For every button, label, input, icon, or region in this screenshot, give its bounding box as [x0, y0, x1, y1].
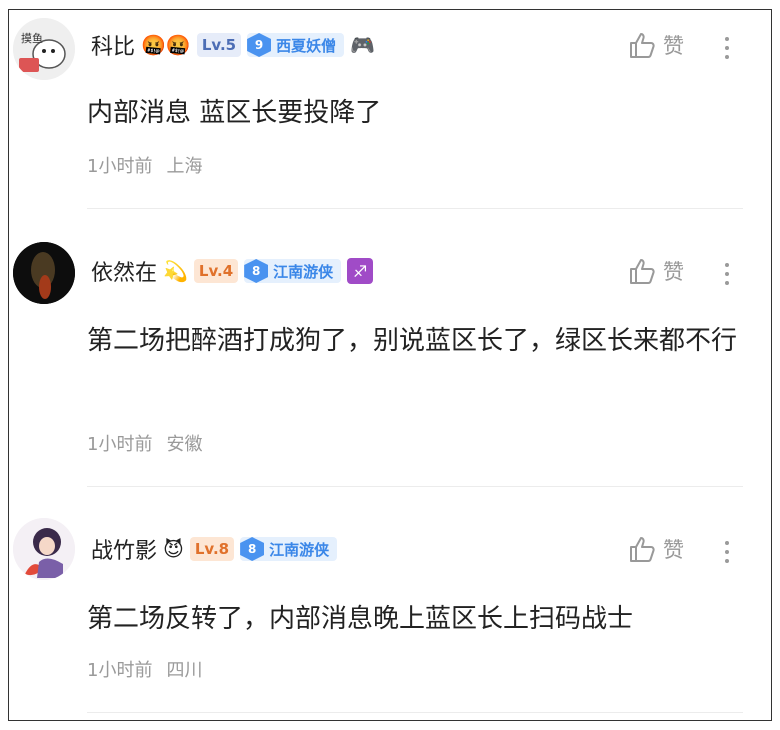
game-icon: 🎮 — [350, 33, 375, 57]
more-options-icon[interactable] — [723, 536, 731, 568]
comment-location: 安徽 — [166, 434, 203, 455]
comment-text: 第二场反转了，内部消息晚上蓝区长上扫码战士 — [87, 604, 634, 634]
comment-meta: 1小时前 安徽 — [87, 430, 216, 456]
more-options-icon[interactable] — [723, 32, 731, 64]
thumbs-up-icon — [630, 33, 655, 58]
comment-meta: 1小时前 上海 — [87, 152, 216, 178]
fan-badge-label: 江南游侠 — [269, 540, 330, 559]
sagittarius-icon: ♐ — [347, 258, 374, 284]
fan-badge[interactable]: 8 江南游侠 — [244, 259, 342, 283]
comment-location: 上海 — [166, 156, 203, 177]
comment-time: 1小时前 — [87, 434, 153, 455]
fan-badge[interactable]: 8 江南游侠 — [240, 537, 338, 561]
username[interactable]: 依然在 — [91, 255, 157, 287]
author-row: 科比 🤬🤬 Lv.5 9 西夏妖僧 🎮 — [91, 28, 375, 62]
thumbs-up-icon — [630, 537, 655, 562]
like-button[interactable]: 赞 — [627, 30, 684, 60]
level-badge: Lv.4 — [193, 259, 239, 283]
gem-icon: 8 — [240, 537, 265, 561]
level-badge: Lv.8 — [189, 537, 235, 561]
like-button[interactable]: 赞 — [627, 256, 684, 286]
comment-time: 1小时前 — [87, 660, 153, 681]
fan-badge-label: 西夏妖僧 — [276, 36, 337, 55]
username[interactable]: 科比 — [91, 29, 135, 61]
avatar[interactable] — [13, 242, 75, 304]
divider — [87, 208, 743, 209]
level-badge: Lv.5 — [196, 33, 242, 57]
like-label: 赞 — [663, 34, 684, 58]
comment-meta: 1小时前 四川 — [87, 656, 216, 682]
avatar[interactable] — [13, 518, 75, 580]
more-options-icon[interactable] — [723, 258, 731, 290]
emoji-decoration: 💫 — [163, 259, 188, 283]
comment-time: 1小时前 — [87, 156, 153, 177]
author-row: 战竹影 😈 Lv.8 8 江南游侠 — [91, 532, 338, 566]
author-row: 依然在 💫 Lv.4 8 江南游侠 ♐ — [91, 254, 374, 288]
comment-list: 摸鱼 科比 🤬🤬 Lv.5 9 西夏妖僧 🎮 赞 内部消息 蓝区长要投降了 1小时… — [8, 9, 772, 721]
like-button[interactable]: 赞 — [627, 534, 684, 564]
emoji-decoration: 🤬🤬 — [141, 33, 191, 57]
gem-icon: 9 — [247, 33, 272, 57]
svg-text:摸鱼: 摸鱼 — [21, 31, 43, 45]
thumbs-up-icon — [630, 259, 655, 284]
gem-icon: 8 — [244, 259, 269, 283]
comment-location: 四川 — [166, 660, 203, 681]
comment-text: 第二场把醉酒打成狗了，别说蓝区长了，绿区长来都不行 — [87, 326, 738, 356]
emoji-decoration: 😈 — [163, 537, 184, 561]
comment-text: 内部消息 蓝区长要投降了 — [87, 98, 382, 128]
avatar[interactable]: 摸鱼 — [13, 18, 75, 80]
fan-badge[interactable]: 9 西夏妖僧 — [247, 33, 345, 57]
username[interactable]: 战竹影 — [91, 533, 157, 565]
divider — [87, 486, 743, 487]
like-label: 赞 — [663, 538, 684, 562]
divider — [87, 712, 743, 713]
fan-badge-label: 江南游侠 — [273, 262, 334, 281]
like-label: 赞 — [663, 260, 684, 284]
